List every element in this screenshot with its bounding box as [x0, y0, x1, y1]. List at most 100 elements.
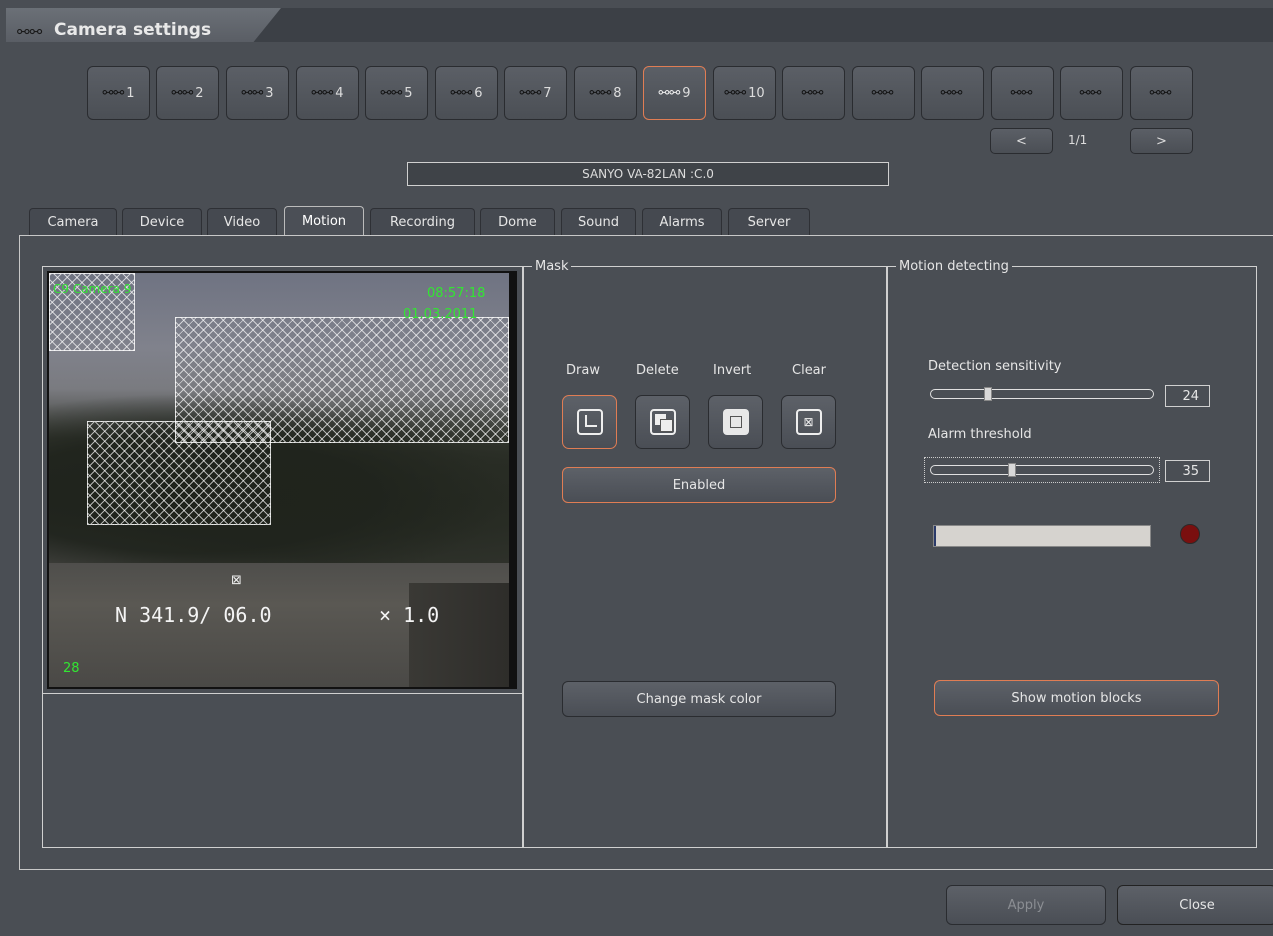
sensitivity-thumb[interactable]	[983, 387, 992, 401]
camera-icon: ⚯⚯	[1149, 85, 1172, 101]
marker-overlay: ⊠	[231, 573, 242, 588]
camera-button-empty-13[interactable]: ⚯⚯	[921, 66, 984, 120]
alarm-indicator-light	[1180, 524, 1200, 544]
camera-icon: ⚯⚯	[519, 85, 542, 101]
invert-tool-button[interactable]	[708, 395, 763, 449]
camera-number: 8	[613, 85, 622, 101]
motion-level-bar	[933, 525, 1151, 547]
camera-button-empty-11[interactable]: ⚯⚯	[782, 66, 845, 120]
camera-number: 2	[195, 85, 204, 101]
sensitivity-slider[interactable]	[930, 387, 1154, 401]
mask-group: Mask Draw Delete Invert Clear ⊠ Enabled …	[523, 259, 887, 848]
camera-button-2[interactable]: ⚯⚯ 2	[156, 66, 219, 120]
tab-alarms[interactable]: Alarms	[642, 208, 722, 236]
camera-number: 3	[265, 85, 274, 101]
camera-video: C9 Camera 9 08:57:18 01.03.2011 ⊠ N 341.…	[49, 273, 509, 687]
motion-detecting-group: Motion detecting Detection sensitivity 2…	[887, 259, 1257, 848]
delete-icon	[649, 409, 676, 435]
tab-device[interactable]: Device	[122, 208, 202, 236]
tab-motion[interactable]: Motion	[284, 206, 364, 236]
delete-tool-button[interactable]	[635, 395, 690, 449]
prev-page-button[interactable]: <	[990, 128, 1053, 154]
camera-number: 6	[474, 85, 483, 101]
camera-icon: ⚯⚯	[658, 85, 681, 101]
camera-button-7[interactable]: ⚯⚯ 7	[504, 66, 567, 120]
threshold-label: Alarm threshold	[928, 427, 1032, 442]
camera-icon: ⚯⚯	[311, 85, 334, 101]
threshold-track	[930, 465, 1154, 475]
apply-button[interactable]: Apply	[946, 885, 1106, 925]
camera-button-empty-12[interactable]: ⚯⚯	[852, 66, 915, 120]
camera-button-4[interactable]: ⚯⚯ 4	[296, 66, 359, 120]
camera-button-3[interactable]: ⚯⚯ 3	[226, 66, 289, 120]
date-overlay: 01.03.2011	[403, 307, 478, 322]
tab-video[interactable]: Video	[207, 208, 277, 236]
video-frame: C9 Camera 9 08:57:18 01.03.2011 ⊠ N 341.…	[47, 271, 517, 689]
camera-icon: ⚯⚯	[871, 85, 894, 101]
draw-icon	[576, 409, 603, 435]
camera-icon: ⚯⚯	[241, 85, 264, 101]
draw-tool-button[interactable]	[562, 395, 617, 449]
camera-icon: ⚯⚯	[1010, 85, 1033, 101]
motion-group-label: Motion detecting	[896, 259, 1012, 274]
position-overlay: N 341.9/ 06.0	[115, 603, 272, 627]
delete-label: Delete	[636, 363, 679, 378]
window-title: Camera settings	[54, 20, 212, 40]
threshold-slider[interactable]	[930, 463, 1154, 477]
camera-button-1[interactable]: ⚯⚯ 1	[87, 66, 150, 120]
wall	[409, 583, 509, 687]
camera-icon: ⚯⚯	[801, 85, 824, 101]
clear-label: Clear	[792, 363, 826, 378]
next-page-button[interactable]: >	[1130, 128, 1193, 154]
camera-icon: ⚯⚯	[171, 85, 194, 101]
preview-panel: C9 Camera 9 08:57:18 01.03.2011 ⊠ N 341.…	[42, 266, 523, 848]
camera-button-6[interactable]: ⚯⚯ 6	[435, 66, 498, 120]
sensitivity-track	[930, 389, 1154, 399]
camera-button-empty-14[interactable]: ⚯⚯	[991, 66, 1054, 120]
draw-label: Draw	[566, 363, 600, 378]
mask-region	[87, 421, 271, 525]
camera-number: 5	[404, 85, 413, 101]
camera-icon: ⚯⚯	[450, 85, 473, 101]
camera-icon: ⚯⚯	[940, 85, 963, 101]
page-indicator: 1/1	[1068, 133, 1088, 147]
clear-icon: ⊠	[795, 409, 822, 435]
change-mask-color-button[interactable]: Change mask color	[562, 681, 836, 717]
camera-button-empty-15[interactable]: ⚯⚯	[1060, 66, 1123, 120]
tab-dome[interactable]: Dome	[480, 208, 555, 236]
camera-name-overlay: C9 Camera 9	[53, 282, 132, 296]
camera-icon: ⚯⚯	[380, 85, 403, 101]
invert-label: Invert	[713, 363, 752, 378]
camera-button-8[interactable]: ⚯⚯ 8	[574, 66, 637, 120]
clear-tool-button[interactable]: ⊠	[781, 395, 836, 449]
sensitivity-value[interactable]: 24	[1165, 385, 1210, 407]
tab-sound[interactable]: Sound	[561, 208, 636, 236]
camera-number: 9	[682, 85, 691, 101]
counter-overlay: 28	[63, 661, 80, 676]
mask-enabled-button[interactable]: Enabled	[562, 467, 836, 503]
invert-icon	[722, 409, 749, 435]
sensitivity-label: Detection sensitivity	[928, 359, 1062, 374]
camera-button-10[interactable]: ⚯⚯ 10	[713, 66, 776, 120]
camera-button-9[interactable]: ⚯⚯ 9	[643, 66, 706, 120]
threshold-value[interactable]: 35	[1165, 460, 1210, 482]
mask-group-label: Mask	[532, 259, 572, 274]
divider	[42, 693, 523, 694]
camera-button-5[interactable]: ⚯⚯ 5	[365, 66, 428, 120]
camera-icon: ⚯⚯	[589, 85, 612, 101]
tab-recording[interactable]: Recording	[370, 208, 475, 236]
title-bar: ⚯⚯ Camera settings	[6, 8, 1273, 42]
camera-button-empty-16[interactable]: ⚯⚯	[1130, 66, 1193, 120]
camera-number: 4	[335, 85, 344, 101]
tab-server[interactable]: Server	[728, 208, 810, 236]
show-motion-blocks-button[interactable]: Show motion blocks	[934, 680, 1219, 716]
camera-number: 10	[748, 85, 765, 101]
tab-camera[interactable]: Camera	[29, 208, 117, 236]
camera-group-icon: ⚯⚯	[17, 23, 43, 41]
device-name-field: SANYO VA-82LAN :C.0	[407, 162, 889, 186]
close-button[interactable]: Close	[1117, 885, 1273, 925]
camera-icon: ⚯⚯	[1079, 85, 1102, 101]
threshold-thumb[interactable]	[1008, 463, 1017, 477]
camera-number: 7	[543, 85, 552, 101]
camera-icon: ⚯⚯	[724, 85, 747, 101]
